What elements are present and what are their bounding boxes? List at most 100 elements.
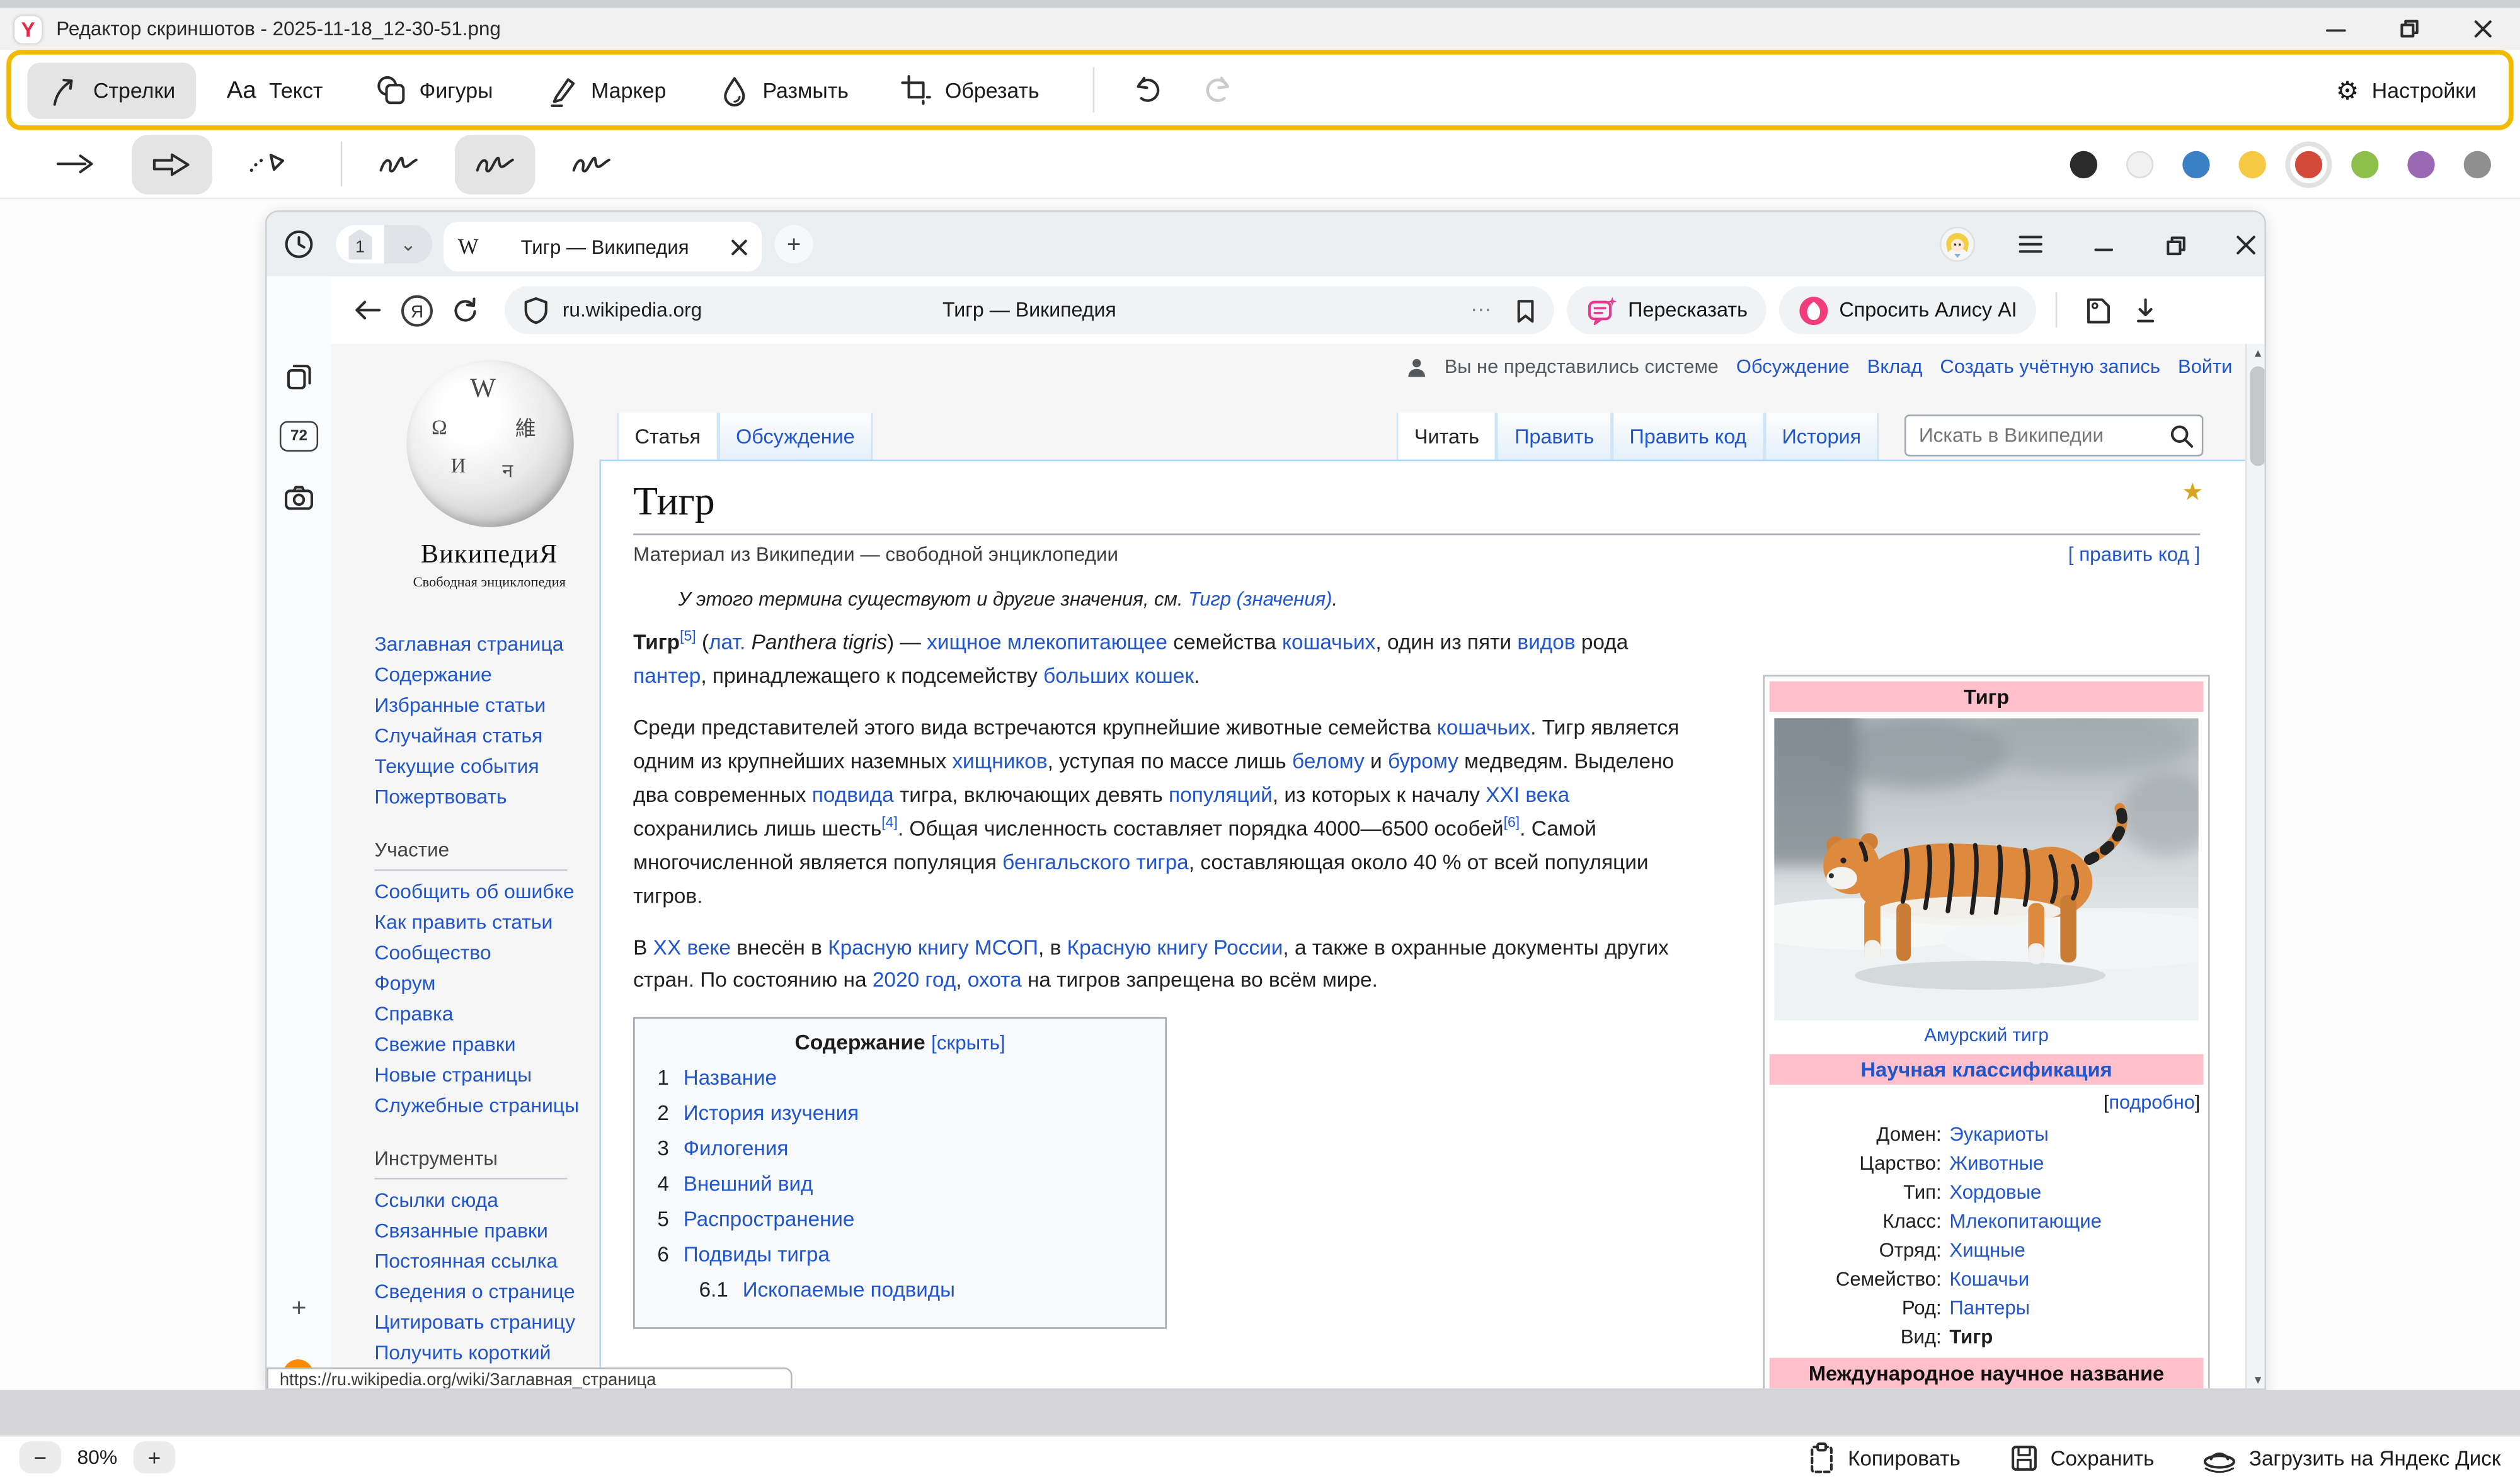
tiger-photo[interactable] [1774,718,2198,1020]
tab-history[interactable]: История [1764,413,1879,462]
toc-item[interactable]: 6Подвиды тигра [657,1238,1142,1273]
sidebar-link-new-pages[interactable]: Новые страницы [374,1061,599,1091]
sidebar-add-button[interactable]: + [281,1295,316,1324]
extensions-button[interactable] [2073,286,2122,334]
more-actions-icon[interactable]: ⋯ [1470,297,1493,323]
upload-disk-button[interactable]: Загрузить на Яндекс Диск [2202,1442,2500,1473]
sidebar-link-how-to-edit[interactable]: Как править статьи [374,908,599,938]
close-button[interactable] [2446,8,2520,50]
color-swatch-purple[interactable] [2407,151,2434,178]
tab-read[interactable]: Читать [1397,413,1497,462]
sidebar-link-permanent-link[interactable]: Постоянная ссылка [374,1247,599,1277]
scroll-up-arrow[interactable]: ▲ [2247,344,2266,365]
sidebar-link-recent-changes[interactable]: Свежие правки [374,1030,599,1060]
wiki-search-input[interactable] [1904,414,2203,456]
back-button[interactable] [344,286,392,334]
redo-button[interactable] [1187,61,1248,119]
tab-list-dropdown[interactable]: ⌄ [384,225,433,263]
settings-button[interactable]: ⚙ Настройки [2320,64,2492,117]
arrow-style-bold-button[interactable] [132,134,212,193]
sidebar-link-related-changes[interactable]: Связанные правки [374,1216,599,1247]
sidebar-link-forum[interactable]: Форум [374,969,599,999]
shapes-tool-button[interactable]: Фигуры [353,62,514,117]
search-icon[interactable] [2170,424,2194,448]
marker-tool-button[interactable]: Маркер [524,61,687,119]
browser-minimize-button[interactable] [2086,227,2121,262]
editor-canvas[interactable]: 1 ⌄ W Тигр — Википедия + [0,199,2520,1390]
arrows-tool-button[interactable]: Стрелки [27,62,196,118]
profile-avatar[interactable] [1942,228,1974,260]
tab-article[interactable]: Статья [617,413,718,462]
toc-item[interactable]: 1Название [657,1061,1142,1097]
sidebar-copies-button[interactable] [281,362,316,392]
sidebar-link-contents[interactable]: Содержание [374,660,599,690]
personal-link-talk[interactable]: Обсуждение [1736,355,1850,378]
screenshot-tool-button[interactable] [281,482,316,511]
color-swatch-black[interactable] [2070,151,2097,178]
personal-link-contrib[interactable]: Вклад [1867,355,1923,378]
tab-close-icon[interactable] [731,239,748,255]
sidebar-link-page-info[interactable]: Сведения о странице [374,1277,599,1308]
sidebar-link-current-events[interactable]: Текущие события [374,752,599,782]
sidebar-link-featured[interactable]: Избранные статьи [374,691,599,721]
undo-button[interactable] [1116,61,1177,119]
sidebar-link-main-page[interactable]: Заглавная страница [374,630,599,660]
history-icon[interactable] [281,227,316,262]
toc-item[interactable]: 5Распространение [657,1202,1142,1238]
sidebar-link-donate[interactable]: Пожертвовать [374,782,599,813]
zoom-in-button[interactable]: + [134,1442,175,1474]
tabs-count-badge[interactable]: 72 [280,421,318,451]
arrow-style-thin-button[interactable] [35,134,116,193]
browser-menu-button[interactable] [2012,227,2048,262]
color-swatch-red-selected[interactable] [2295,151,2322,178]
address-bar[interactable]: ru.wikipedia.org Тигр — Википедия ⋯ [505,286,1554,334]
stroke-thick-button[interactable] [551,134,632,193]
image-caption-link[interactable]: Амурский тигр [1924,1025,2049,1046]
sidebar-link-what-links-here[interactable]: Ссылки сюда [374,1186,599,1216]
crop-tool-button[interactable]: Обрезать [879,62,1060,117]
scrollbar-thumb[interactable] [2250,367,2266,466]
blur-tool-button[interactable]: Размыть [697,62,869,118]
new-tab-button[interactable]: + [775,225,813,263]
color-swatch-blue[interactable] [2182,151,2209,178]
sidebar-link-report-error[interactable]: Сообщить об ошибке [374,877,599,908]
downloads-button[interactable] [2122,286,2170,334]
tab-discussion[interactable]: Обсуждение [718,413,873,462]
copy-button[interactable]: Копировать [1806,1441,1961,1475]
color-swatch-gray[interactable] [2464,151,2491,178]
text-tool-button[interactable]: Aa Текст [206,65,344,115]
stroke-thin-button[interactable] [358,134,439,193]
browser-close-button[interactable] [2228,227,2263,262]
active-tab[interactable]: W Тигр — Википедия [444,222,762,271]
color-swatch-white[interactable] [2126,151,2153,178]
stroke-medium-button[interactable] [455,134,536,193]
tab-counter[interactable]: 1 ⌄ [336,225,432,263]
toc-item[interactable]: 2История изучения [657,1097,1142,1132]
tab-edit-source[interactable]: Править код [1612,413,1764,462]
ask-alice-button[interactable]: Спросить Алису AI [1780,286,2036,334]
sidebar-link-cite-page[interactable]: Цитировать страницу [374,1308,599,1339]
yandex-home-button[interactable]: Я [392,286,440,334]
restore-button[interactable] [2372,8,2446,50]
minimize-button[interactable] [2298,8,2372,50]
sidebar-link-help[interactable]: Справка [374,1000,599,1030]
wikipedia-logo[interactable]: W Ω 維 И न ВикипедиЯ Свободная энциклопед… [373,360,606,590]
save-button[interactable]: Сохранить [2008,1442,2154,1473]
color-swatch-yellow[interactable] [2239,151,2266,178]
sci-classification-header[interactable]: Научная классификация [1770,1054,2204,1084]
arrow-style-dotted-button[interactable] [228,134,309,193]
toc-subitem[interactable]: 6.1Ископаемые подвиды [657,1273,1142,1308]
sidebar-link-random[interactable]: Случайная статья [374,721,599,751]
tab-edit[interactable]: Править [1497,413,1612,462]
zoom-out-button[interactable]: − [20,1442,61,1474]
sidebar-link-short-url[interactable]: Получить короткий [374,1339,599,1369]
sidebar-link-community[interactable]: Сообщество [374,939,599,969]
page-scrollbar[interactable]: ▲ ▼ [2245,344,2266,1390]
bookmark-button[interactable] [1512,297,1538,324]
personal-link-login[interactable]: Войти [2178,355,2232,378]
sidebar-link-special-pages[interactable]: Служебные страницы [374,1091,599,1121]
edit-source-link[interactable]: [ править код ] [2068,543,2201,566]
scroll-down-arrow[interactable]: ▼ [2247,1371,2266,1390]
reload-button[interactable] [440,286,489,334]
toc-hide-link[interactable]: [скрыть] [931,1032,1005,1055]
